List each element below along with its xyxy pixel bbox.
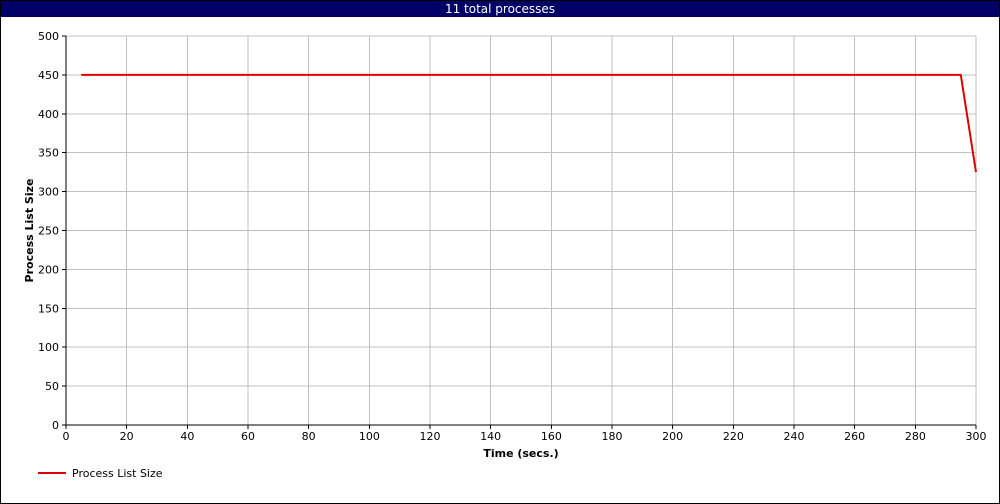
- x-tick-label: 80: [302, 430, 316, 443]
- y-tick-label: 350: [38, 147, 59, 160]
- x-tick-label: 40: [180, 430, 194, 443]
- x-tick-label: 300: [966, 430, 987, 443]
- y-tick-label: 300: [38, 186, 59, 199]
- x-tick-label: 60: [241, 430, 255, 443]
- x-tick-label: 200: [662, 430, 683, 443]
- x-tick-label: 180: [602, 430, 623, 443]
- x-tick-label: 100: [359, 430, 380, 443]
- x-tick-label: 20: [120, 430, 134, 443]
- y-tick-label: 400: [38, 108, 59, 121]
- grid-lines: [65, 35, 977, 426]
- x-tick-label: 220: [723, 430, 744, 443]
- y-tick-label: 50: [45, 380, 59, 393]
- x-tick-label: 140: [480, 430, 501, 443]
- y-tick-label: 100: [38, 341, 59, 354]
- y-tick-label: 0: [52, 419, 59, 432]
- x-tick-label: 240: [784, 430, 805, 443]
- y-tick-label: 250: [38, 225, 59, 238]
- x-tick-label: 280: [905, 430, 926, 443]
- x-axis-title: Time (secs.): [483, 447, 558, 460]
- x-tick-label: 120: [420, 430, 441, 443]
- legend: Process List Size: [38, 467, 163, 480]
- x-tick-label: 260: [844, 430, 865, 443]
- legend-label-process-list-size: Process List Size: [72, 467, 163, 480]
- y-tick-label: 450: [38, 69, 59, 82]
- y-axis-title: Process List Size: [23, 179, 36, 283]
- y-tick-label: 500: [38, 30, 59, 43]
- y-tick-label: 200: [38, 263, 59, 276]
- x-tick-label: 160: [541, 430, 562, 443]
- line-chart: 0 20 40 60 80 100 120 140 160 180 200 220 240 260 280 3…: [23, 30, 987, 480]
- x-tick-label: 0: [63, 430, 70, 443]
- y-tick-label: 150: [38, 302, 59, 315]
